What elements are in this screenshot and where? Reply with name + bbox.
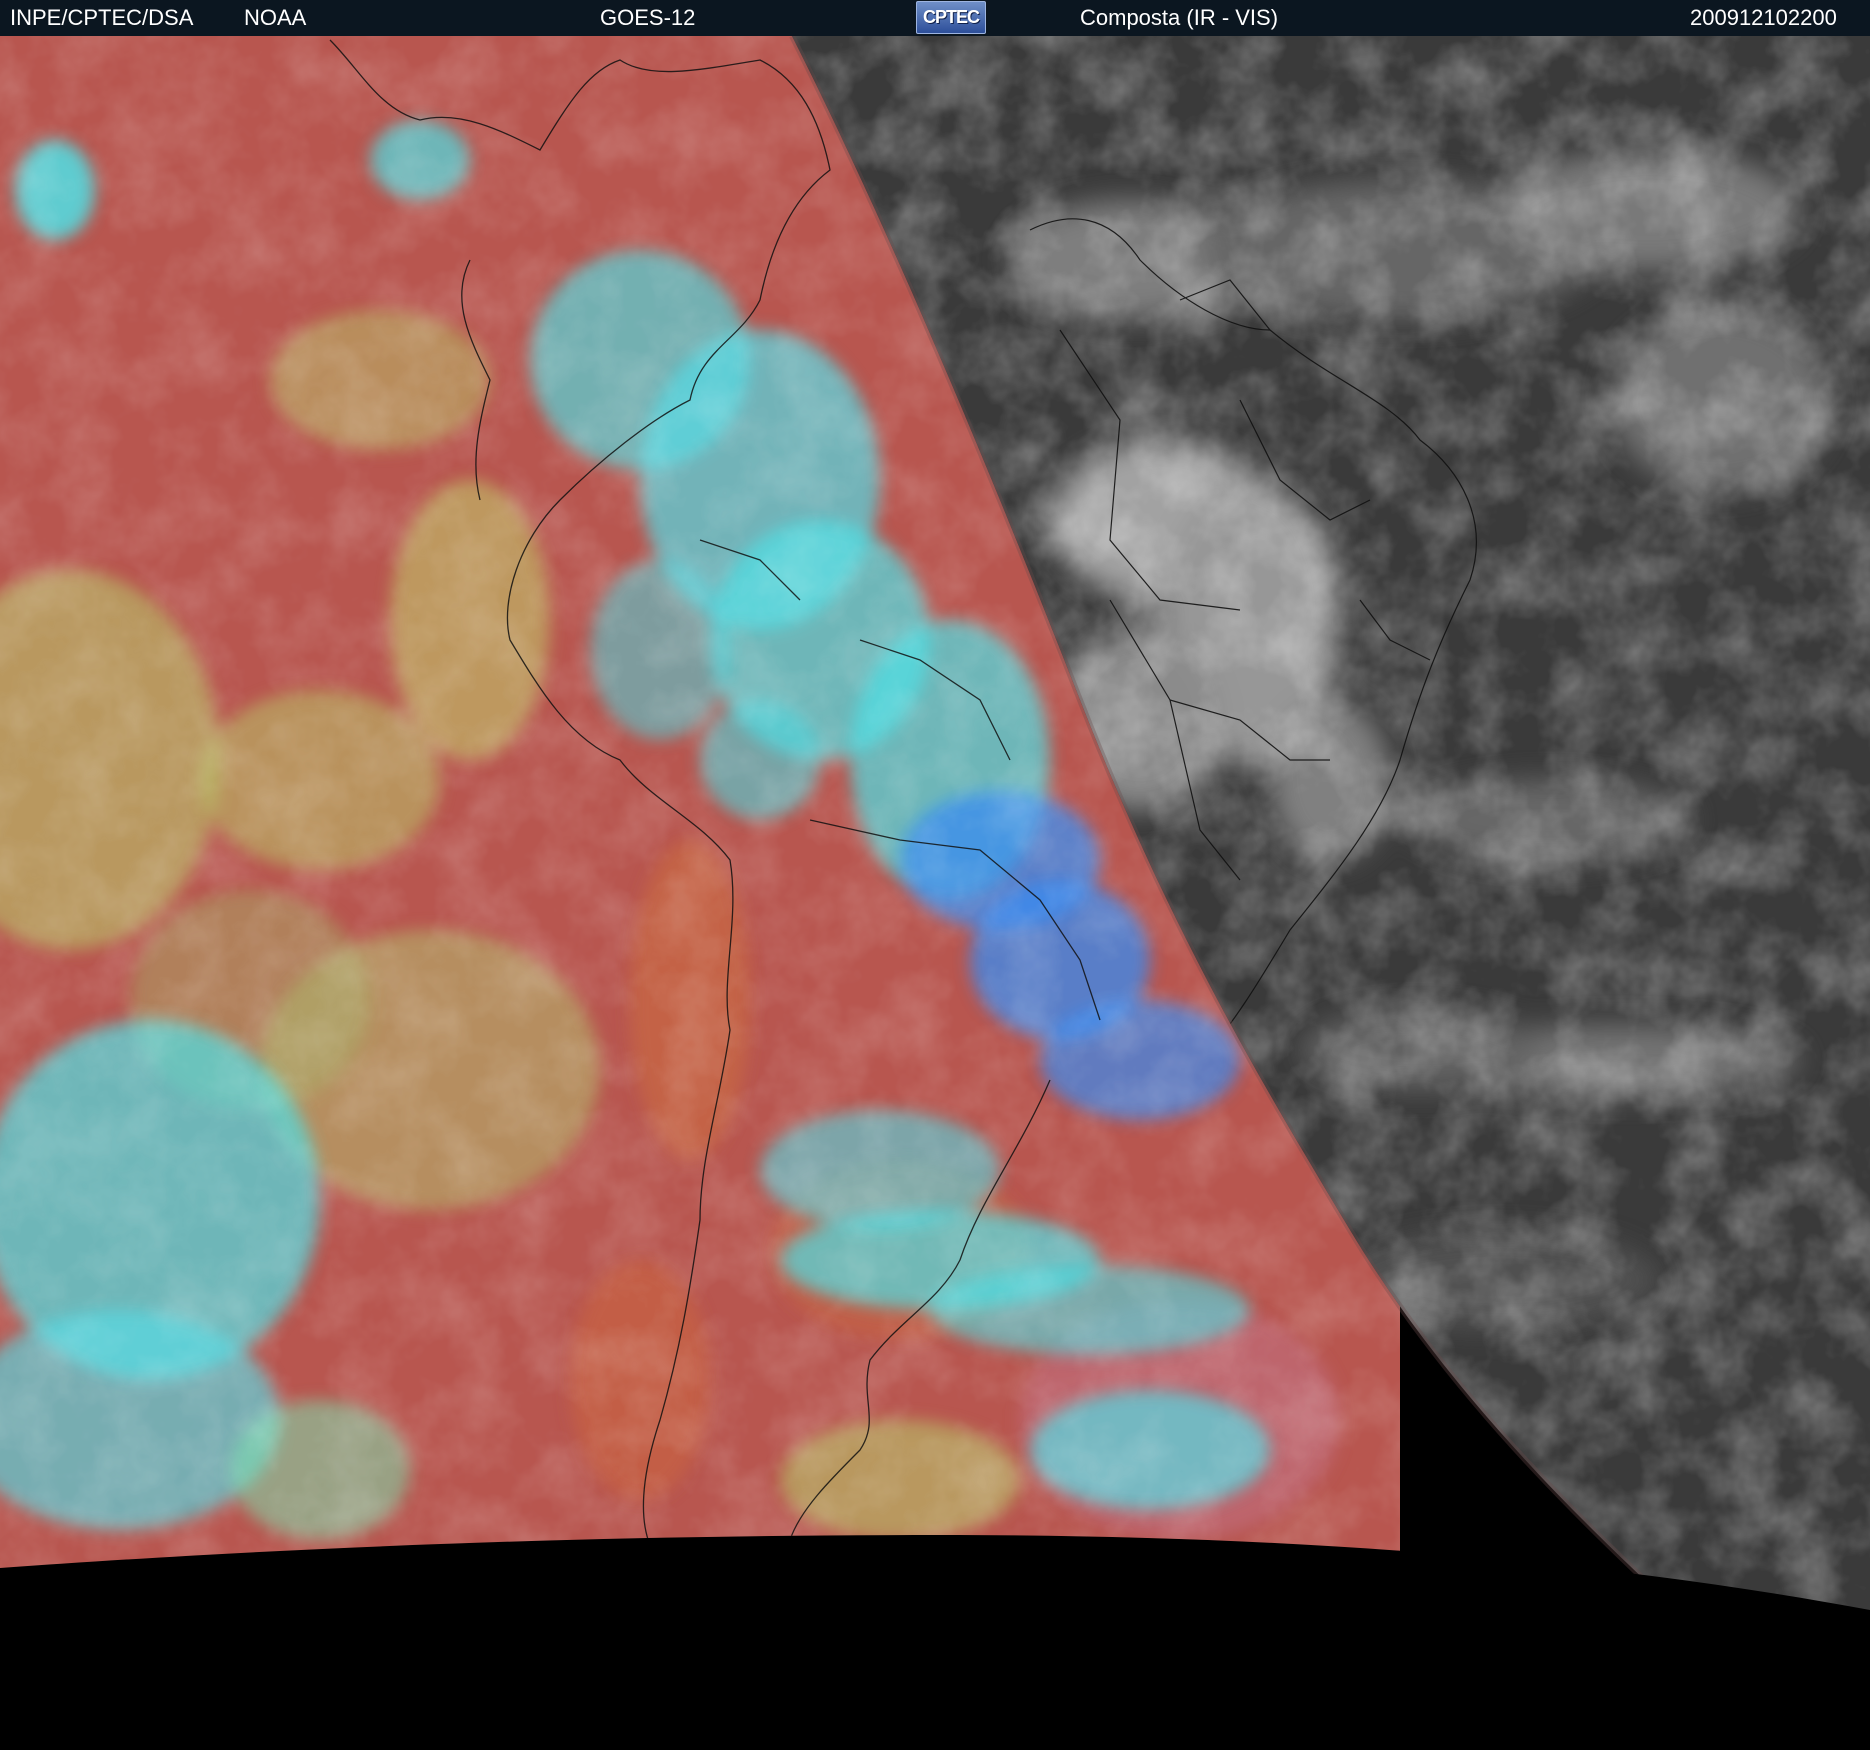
satellite-image <box>0 36 1870 1750</box>
header-bar: INPE/CPTEC/DSA NOAA GOES-12 CPTEC Compos… <box>0 0 1870 36</box>
product-label: Composta (IR - VIS) <box>1080 5 1279 30</box>
logo-text: CPTEC <box>922 7 980 27</box>
timestamp-label: 200912102200 <box>1690 5 1837 30</box>
agency-label: INPE/CPTEC/DSA <box>10 5 194 30</box>
source-label: NOAA <box>244 5 307 30</box>
cptec-logo: CPTEC <box>916 1 986 34</box>
satellite-label: GOES-12 <box>600 5 696 30</box>
